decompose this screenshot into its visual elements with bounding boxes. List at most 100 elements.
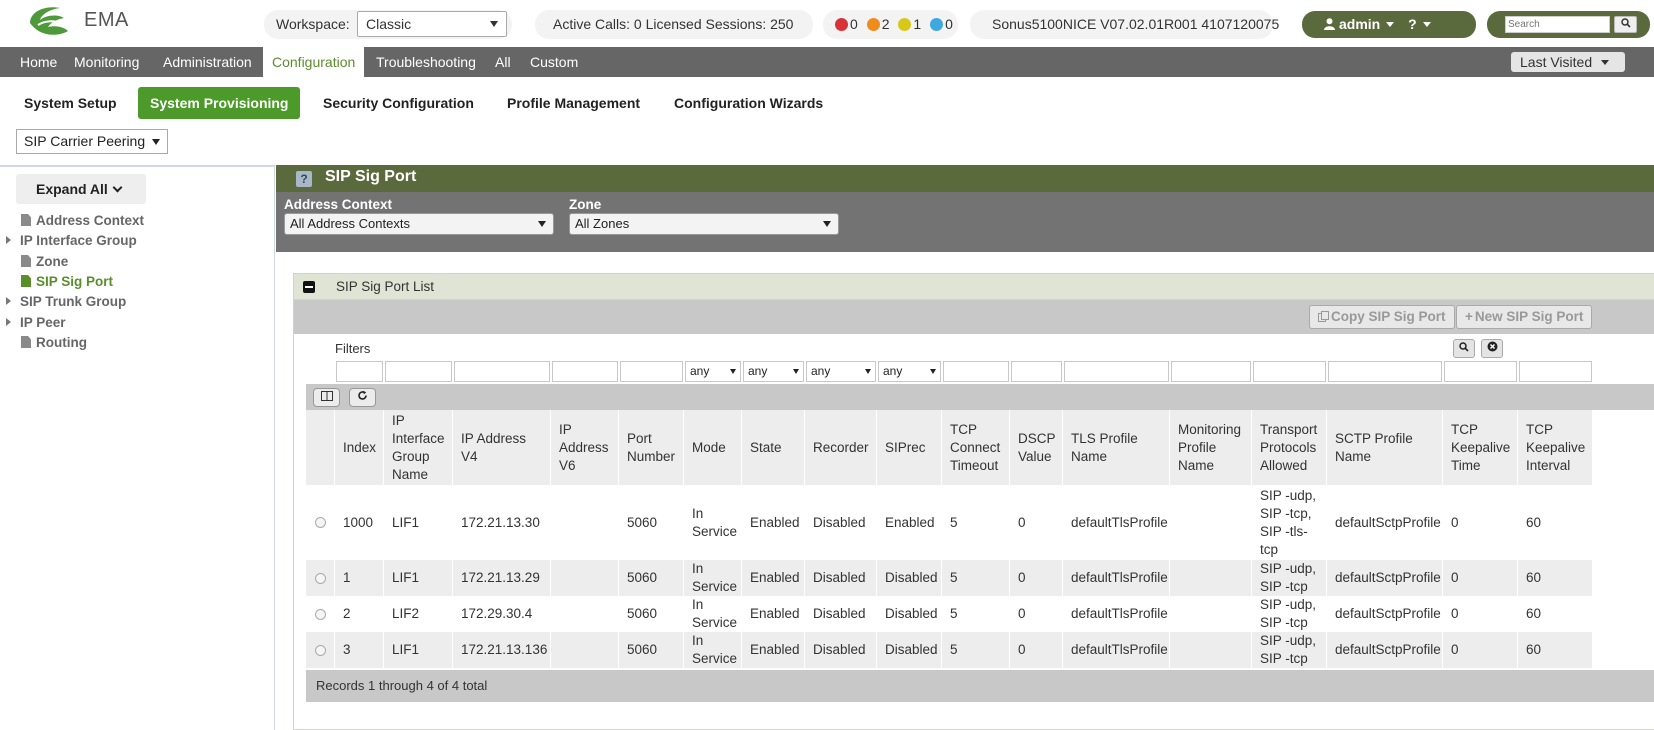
search-input[interactable]: [1505, 16, 1610, 33]
column-header[interactable]: Port Number: [619, 410, 684, 485]
address-context-select[interactable]: All Address Contexts: [284, 213, 554, 235]
expand-all-button[interactable]: Expand All: [16, 174, 146, 204]
filter-input[interactable]: [1328, 361, 1442, 382]
filter-input[interactable]: [1519, 361, 1592, 382]
refresh-button[interactable]: [349, 388, 376, 407]
column-header[interactable]: TCP Keepalive Time: [1443, 410, 1518, 485]
table-cell: 0: [1443, 560, 1518, 596]
row-select-cell[interactable]: [306, 485, 335, 560]
nav-administration[interactable]: Administration: [154, 47, 261, 77]
search-button[interactable]: [1614, 16, 1637, 33]
nav-home[interactable]: Home: [11, 47, 66, 77]
last-visited-menu[interactable]: Last Visited: [1511, 52, 1625, 72]
sidebar-item-zone[interactable]: Zone: [21, 252, 68, 272]
sidebar-item-sip-sig-port[interactable]: SIP Sig Port: [21, 272, 113, 292]
filter-select[interactable]: any: [743, 361, 804, 382]
sidebar-item-sip-trunk-group[interactable]: SIP Trunk Group: [6, 292, 126, 312]
column-header[interactable]: IP Address V4: [453, 410, 551, 485]
filter-input[interactable]: [943, 361, 1009, 382]
row-radio-button[interactable]: [314, 572, 326, 584]
help-icon[interactable]: ?: [296, 171, 312, 187]
column-header[interactable]: TCP Connect Timeout: [942, 410, 1010, 485]
sidebar-item-address-context[interactable]: Address Context: [21, 211, 144, 231]
alarm-critical-icon: [835, 18, 848, 31]
address-context-label: Address Context: [284, 197, 393, 212]
filter-input[interactable]: [1064, 361, 1169, 382]
column-header[interactable]: Mode: [684, 410, 742, 485]
column-header-label: DSCP Value: [1018, 430, 1056, 464]
nav-all[interactable]: All: [486, 47, 520, 77]
table-cell-value: In Service: [692, 505, 738, 539]
filter-select[interactable]: any: [685, 361, 741, 382]
zone-select[interactable]: All Zones: [569, 213, 839, 235]
table-row[interactable]: 3 LIF1 172.21.13.136 5060 In Service Enabled D…: [306, 632, 1593, 668]
tab-security-configuration[interactable]: Security Configuration: [311, 87, 486, 119]
plus-icon: +: [1465, 309, 1473, 324]
clear-filter-button[interactable]: [1481, 339, 1503, 358]
table-row[interactable]: 2 LIF2 172.29.30.4 5060 In Service Enabled Dis…: [306, 596, 1593, 632]
filter-input[interactable]: [552, 361, 618, 382]
tab-configuration-wizards[interactable]: Configuration Wizards: [662, 87, 835, 119]
column-header[interactable]: IP Interface Group Name: [384, 410, 453, 485]
filter-input[interactable]: [1444, 361, 1517, 382]
copy-sip-sig-port-button[interactable]: Copy SIP Sig Port: [1309, 305, 1455, 329]
filter-input[interactable]: [385, 361, 452, 382]
column-header[interactable]: SCTP Profile Name: [1327, 410, 1443, 485]
table-row[interactable]: 1000 LIF1 172.21.13.30 5060 In Service Enable…: [306, 485, 1593, 560]
workspace-select[interactable]: Classic: [357, 11, 507, 37]
nav-monitoring[interactable]: Monitoring: [65, 47, 148, 77]
chevron-down-icon: [730, 369, 736, 374]
apply-filter-button[interactable]: [1453, 339, 1475, 358]
filter-input[interactable]: [454, 361, 550, 382]
table-cell: 60: [1518, 485, 1593, 560]
help-menu[interactable]: ?: [1408, 16, 1417, 32]
sip-sig-port-table: Index IP Interface Group Name IP Address V…: [306, 410, 1654, 670]
table-cell-value: 1000: [343, 514, 374, 530]
column-header[interactable]: TLS Profile Name: [1063, 410, 1170, 485]
row-select-cell[interactable]: [306, 596, 335, 632]
sidebar-item-ip-interface-group[interactable]: IP Interface Group: [6, 231, 137, 251]
column-header[interactable]: Index: [335, 410, 384, 485]
provisioning-scope-select[interactable]: SIP Carrier Peering: [16, 129, 168, 154]
column-header[interactable]: Monitoring Profile Name: [1170, 410, 1252, 485]
column-header[interactable]: State: [742, 410, 805, 485]
tab-profile-management[interactable]: Profile Management: [495, 87, 652, 119]
tab-system-setup[interactable]: System Setup: [12, 87, 129, 119]
user-menu[interactable]: admin ?: [1302, 11, 1476, 38]
calls-status: Active Calls: 0 Licensed Sessions: 250: [535, 10, 813, 39]
filter-input[interactable]: [1011, 361, 1062, 382]
nav-configuration[interactable]: Configuration: [263, 47, 365, 77]
filter-input[interactable]: [336, 361, 383, 382]
page-title-bar: ? SIP Sig Port: [276, 165, 1654, 192]
filter-select[interactable]: any: [878, 361, 941, 382]
row-select-cell[interactable]: [306, 632, 335, 668]
table-row[interactable]: 1 LIF1 172.21.13.29 5060 In Service Enabled Di…: [306, 560, 1593, 596]
column-header[interactable]: Recorder: [805, 410, 877, 485]
table-cell-value: Enabled: [750, 642, 800, 657]
sidebar-item-ip-peer[interactable]: IP Peer: [6, 313, 66, 333]
column-header[interactable]: TCP Keepalive Interval: [1518, 410, 1593, 485]
table-cell: SIP -udp, SIP -tcp: [1252, 596, 1327, 632]
row-select-cell[interactable]: [306, 560, 335, 596]
tab-system-provisioning[interactable]: System Provisioning: [138, 87, 301, 119]
sidebar-item-routing[interactable]: Routing: [21, 333, 87, 353]
nav-troubleshooting[interactable]: Troubleshooting: [367, 47, 485, 77]
new-sip-sig-port-button[interactable]: + New SIP Sig Port: [1456, 305, 1593, 329]
table-cell: 60: [1518, 632, 1593, 668]
row-radio-button[interactable]: [314, 608, 326, 620]
column-header[interactable]: DSCP Value: [1010, 410, 1063, 485]
alarm-summary[interactable]: 0 2 1 0: [823, 10, 958, 39]
filter-input[interactable]: [1171, 361, 1251, 382]
collapse-icon[interactable]: [303, 281, 315, 293]
filter-select[interactable]: any: [806, 361, 876, 382]
filter-input[interactable]: [1253, 361, 1326, 382]
filter-input[interactable]: [620, 361, 683, 382]
table-cell: In Service: [684, 632, 742, 668]
row-radio-button[interactable]: [314, 644, 326, 656]
column-header[interactable]: Transport Protocols Allowed: [1252, 410, 1327, 485]
column-header[interactable]: IP Address V6: [551, 410, 619, 485]
row-radio-button[interactable]: [314, 517, 326, 528]
columns-button[interactable]: [313, 388, 340, 407]
column-header[interactable]: SIPrec: [877, 410, 942, 485]
nav-custom[interactable]: Custom: [521, 47, 587, 77]
